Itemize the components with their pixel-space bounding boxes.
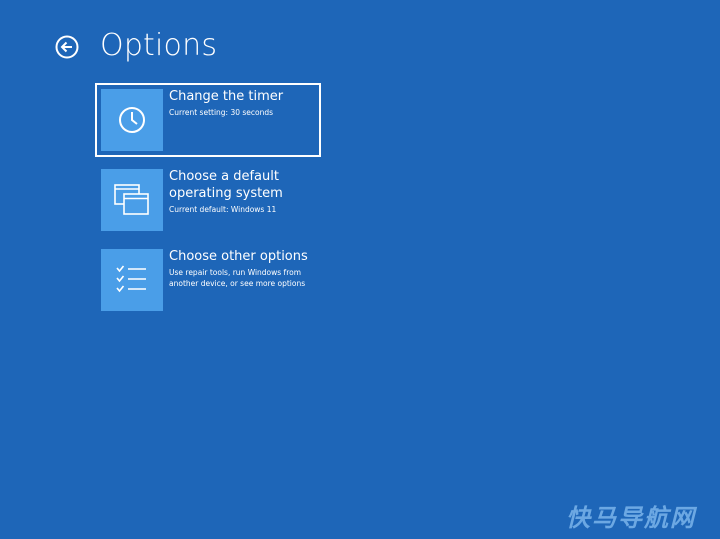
option-tile (101, 249, 163, 311)
back-button[interactable] (54, 34, 80, 60)
page-title: Options (100, 28, 218, 63)
option-default-os[interactable]: Choose a default operating system Curren… (95, 163, 321, 237)
checklist-icon (116, 265, 146, 293)
option-text: Change the timer Current setting: 30 sec… (169, 88, 321, 118)
option-description: Use repair tools, run Windows from anoth… (169, 268, 306, 288)
windows-stack-icon (114, 184, 149, 215)
option-tile (101, 169, 163, 231)
watermark-logo: 快马导航网 (566, 504, 696, 532)
option-description: Current setting: 30 seconds (169, 108, 274, 117)
option-title: Choose a default operating system (169, 169, 283, 201)
option-other-options[interactable]: Choose other options Use repair tools, r… (95, 243, 321, 317)
clock-icon (119, 107, 145, 133)
option-title: Choose other options (169, 249, 308, 264)
option-text: Choose other options Use repair tools, r… (169, 248, 321, 289)
option-tile (101, 89, 163, 151)
option-change-timer[interactable]: Change the timer Current setting: 30 sec… (95, 83, 321, 157)
back-arrow-icon (55, 35, 79, 59)
option-text: Choose a default operating system Curren… (169, 168, 321, 215)
option-description: Current default: Windows 11 (169, 205, 277, 214)
option-title: Change the timer (169, 89, 284, 104)
